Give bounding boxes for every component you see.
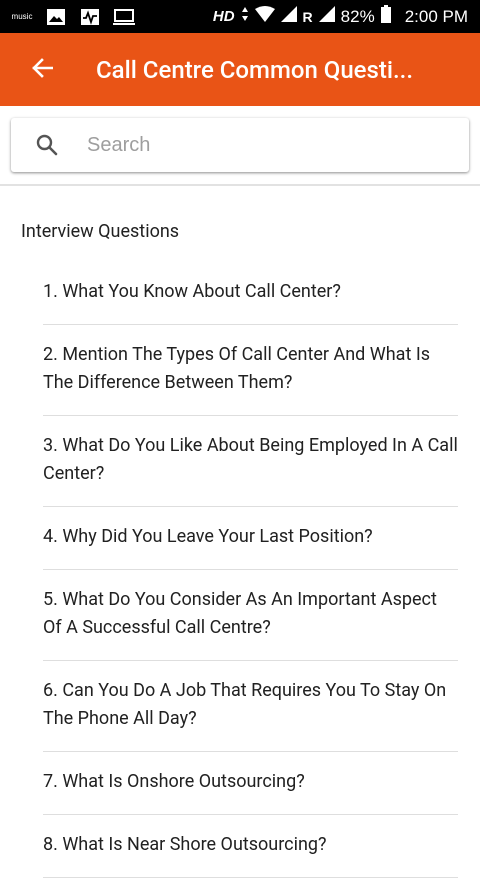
battery-icon [380, 5, 391, 28]
battery-percent: 82% [340, 6, 375, 26]
signal-icon-2 [318, 6, 335, 27]
arrow-left-icon [31, 57, 54, 83]
status-bar: music HD R 82% 2:00 PM [0, 0, 480, 33]
music-label: music [11, 11, 33, 21]
image-icon [44, 7, 68, 27]
activity-icon [78, 7, 102, 27]
list-item[interactable]: 5. What Do You Consider As An Important … [43, 570, 458, 661]
monitor-icon [112, 7, 136, 27]
question-list: 1. What You Know About Call Center? 2. M… [43, 263, 458, 878]
status-system: HD R 82% 2:00 PM [213, 5, 480, 28]
clock: 2:00 PM [404, 6, 468, 26]
list-item[interactable]: 4. Why Did You Leave Your Last Position? [43, 507, 458, 570]
list-item[interactable]: 3. What Do You Like About Being Employed… [43, 416, 458, 507]
search-input[interactable] [85, 132, 429, 158]
app-bar: Call Centre Common Questi... [0, 33, 480, 106]
list-item[interactable]: 6. Can You Do A Job That Requires You To… [43, 661, 458, 752]
list-item[interactable]: 7. What Is Onshore Outsourcing? [43, 752, 458, 815]
search-divider [0, 184, 480, 186]
list-item[interactable]: 2. Mention The Types Of Call Center And … [43, 325, 458, 416]
back-button[interactable] [10, 33, 74, 106]
search-bar[interactable] [11, 118, 469, 172]
list-item[interactable]: 8. What Is Near Shore Outsourcing? [43, 815, 458, 878]
music-icon: music [10, 7, 34, 27]
section-title: Interview Questions [21, 221, 180, 242]
search-icon [33, 131, 61, 159]
page-title: Call Centre Common Questi... [96, 55, 414, 84]
list-item[interactable]: 1. What You Know About Call Center? [43, 263, 458, 325]
signal-icon [280, 6, 297, 27]
roaming-label: R [302, 8, 313, 25]
wifi-icon [254, 6, 275, 27]
data-arrows-icon [241, 6, 249, 27]
status-notifications: music [0, 7, 136, 27]
hd-label: HD [212, 8, 235, 25]
